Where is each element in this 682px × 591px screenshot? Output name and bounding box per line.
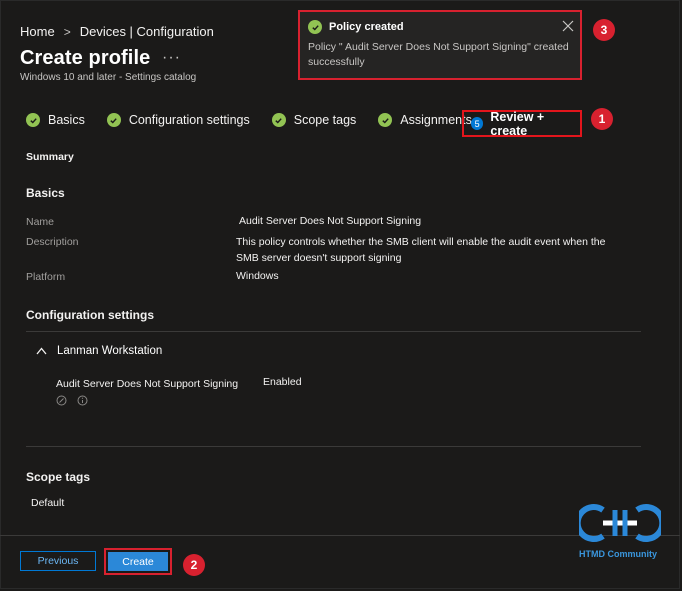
breadcrumb-current[interactable]: Devices | Configuration	[80, 24, 214, 39]
info-icon[interactable]	[77, 395, 88, 406]
tab-scope-tags[interactable]: Scope tags	[271, 113, 357, 127]
setting-name: Audit Server Does Not Support Signing	[56, 378, 239, 390]
breadcrumb-separator: >	[63, 24, 71, 39]
toast-header: Policy created	[308, 20, 404, 34]
annotation-badge-2: 2	[183, 554, 205, 576]
check-icon	[271, 113, 286, 127]
annotation-badge-3: 3	[593, 19, 615, 41]
more-options-button[interactable]: ···	[162, 49, 181, 67]
divider	[26, 446, 641, 447]
configuration-settings-heading: Configuration settings	[26, 308, 154, 322]
basics-heading: Basics	[26, 186, 65, 200]
settings-link-icon[interactable]	[56, 395, 67, 406]
toast-notification: Policy created Policy " Audit Server Doe…	[298, 10, 582, 80]
summary-heading: Summary	[26, 151, 74, 163]
platform-label: Platform	[26, 271, 66, 283]
toast-title: Policy created	[329, 21, 404, 33]
tab-configuration-settings[interactable]: Configuration settings	[106, 113, 250, 127]
logo-text: HTMD Community	[579, 549, 657, 559]
tab-assignments[interactable]: Assignments	[378, 113, 472, 127]
group-label: Lanman Workstation	[57, 345, 163, 357]
previous-button[interactable]: Previous	[20, 551, 96, 571]
breadcrumb: Home > Devices | Configuration	[20, 24, 214, 39]
name-value: Audit Server Does Not Support Signing	[239, 215, 422, 227]
check-icon	[378, 113, 393, 127]
setting-icons	[56, 395, 88, 406]
name-label: Name	[26, 216, 55, 228]
divider	[26, 331, 641, 332]
page-title: Create profile	[20, 47, 151, 69]
step-number-icon: 5	[471, 117, 484, 130]
window-frame	[0, 0, 680, 589]
footer-divider	[0, 535, 680, 536]
platform-value: Windows	[236, 270, 279, 282]
setting-value: Enabled	[263, 376, 302, 388]
chevron-up-icon	[36, 347, 47, 355]
tab-label: Configuration settings	[128, 113, 250, 127]
page-subtitle: Windows 10 and later - Settings catalog	[20, 72, 197, 83]
scope-tag-value: Default	[31, 497, 65, 509]
wizard-tabs: Basics Configuration settings Scope tags…	[26, 113, 494, 127]
create-button-highlight: Create	[104, 548, 172, 575]
tab-basics[interactable]: Basics	[26, 113, 85, 127]
tab-label: Scope tags	[293, 113, 357, 127]
check-icon	[106, 113, 121, 127]
description-label: Description	[26, 236, 79, 248]
scope-tags-heading: Scope tags	[26, 470, 91, 484]
create-button[interactable]: Create	[108, 552, 168, 571]
lanman-workstation-group[interactable]: Lanman Workstation	[36, 345, 162, 357]
breadcrumb-home[interactable]: Home	[20, 24, 55, 39]
check-icon	[26, 113, 40, 127]
description-value: This policy controls whether the SMB cli…	[236, 236, 606, 264]
toast-message: Policy " Audit Server Does Not Support S…	[308, 41, 569, 68]
tab-label: Review + create	[490, 109, 545, 138]
tab-review-create[interactable]: 5 Review + create	[462, 109, 582, 138]
annotation-badge-1: 1	[591, 108, 613, 130]
close-icon[interactable]	[562, 20, 574, 32]
htmd-logo-icon	[579, 504, 661, 542]
tab-label: Basics	[48, 113, 85, 127]
success-check-icon	[308, 20, 322, 34]
